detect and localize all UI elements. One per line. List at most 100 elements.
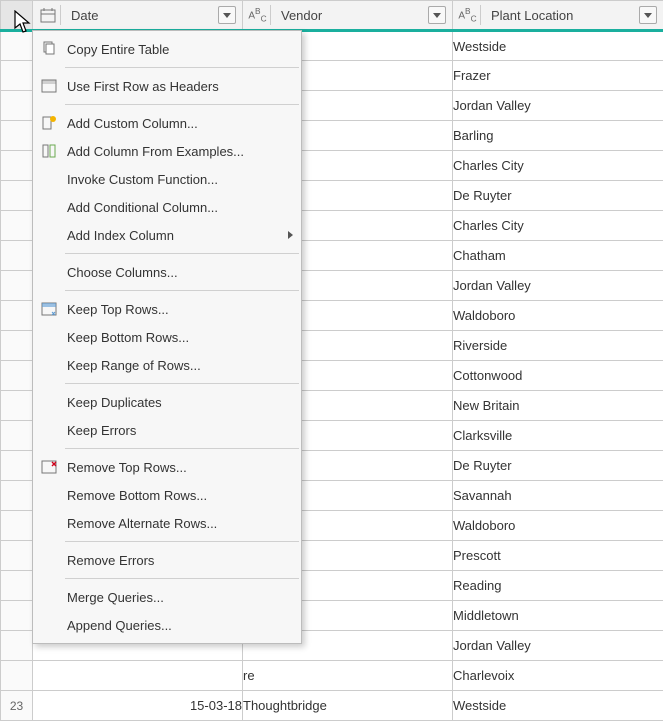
- date-cell[interactable]: 15-03-18: [33, 691, 243, 721]
- column-label: Plant Location: [487, 8, 633, 23]
- row-number-cell[interactable]: [1, 151, 33, 181]
- chevron-down-icon: [433, 13, 441, 18]
- plant-cell[interactable]: Chatham: [453, 241, 663, 271]
- menu-keep-duplicates[interactable]: Keep Duplicates: [33, 388, 301, 416]
- examples-icon: [37, 141, 61, 161]
- row-number-cell[interactable]: [1, 181, 33, 211]
- column-label: Vendor: [277, 8, 422, 23]
- row-number-cell[interactable]: [1, 571, 33, 601]
- row-number-cell[interactable]: [1, 241, 33, 271]
- copy-icon: [37, 39, 61, 59]
- menu-remove-errors[interactable]: Remove Errors: [33, 546, 301, 574]
- keep-rows-icon: [37, 299, 61, 319]
- column-filter-button[interactable]: [639, 6, 657, 24]
- row-number-cell[interactable]: [1, 541, 33, 571]
- row-number-cell[interactable]: [1, 331, 33, 361]
- row-number-cell[interactable]: [1, 361, 33, 391]
- menu-invoke-custom-function[interactable]: Invoke Custom Function...: [33, 165, 301, 193]
- menu-add-custom-column[interactable]: Add Custom Column...: [33, 109, 301, 137]
- menu-choose-columns[interactable]: Choose Columns...: [33, 258, 301, 286]
- menu-merge-queries[interactable]: Merge Queries...: [33, 583, 301, 611]
- menu-separator: [65, 253, 299, 254]
- plant-cell[interactable]: Barling: [453, 121, 663, 151]
- menu-add-index-column[interactable]: Add Index Column: [33, 221, 301, 249]
- menu-separator: [65, 104, 299, 105]
- row-number-cell[interactable]: [1, 301, 33, 331]
- row-number-cell[interactable]: [1, 391, 33, 421]
- add-column-icon: [37, 113, 61, 133]
- vendor-cell[interactable]: Thoughtbridge: [243, 691, 453, 721]
- plant-cell[interactable]: Charlevoix: [453, 661, 663, 691]
- table-row[interactable]: 2315-03-18ThoughtbridgeWestside: [1, 691, 663, 721]
- row-number-cell[interactable]: [1, 661, 33, 691]
- menu-use-first-row-headers[interactable]: Use First Row as Headers: [33, 72, 301, 100]
- menu-keep-bottom-rows[interactable]: Keep Bottom Rows...: [33, 323, 301, 351]
- column-header-row: Date ABC Vendor ABC Plant Location: [1, 1, 663, 31]
- menu-remove-alternate-rows[interactable]: Remove Alternate Rows...: [33, 509, 301, 537]
- column-header-plant[interactable]: ABC Plant Location: [453, 1, 663, 31]
- column-header-vendor[interactable]: ABC Vendor: [243, 1, 453, 31]
- row-number-cell[interactable]: [1, 61, 33, 91]
- menu-separator: [65, 541, 299, 542]
- menu-separator: [65, 578, 299, 579]
- plant-cell[interactable]: Cottonwood: [453, 361, 663, 391]
- plant-cell[interactable]: Waldoboro: [453, 511, 663, 541]
- plant-cell[interactable]: Riverside: [453, 331, 663, 361]
- row-number-cell[interactable]: [1, 271, 33, 301]
- menu-add-conditional-column[interactable]: Add Conditional Column...: [33, 193, 301, 221]
- plant-cell[interactable]: Reading: [453, 571, 663, 601]
- row-number-cell[interactable]: 23: [1, 691, 33, 721]
- vendor-cell[interactable]: re: [243, 661, 453, 691]
- row-number-cell[interactable]: [1, 421, 33, 451]
- date-cell[interactable]: [33, 661, 243, 691]
- submenu-arrow-icon: [288, 231, 293, 239]
- menu-separator: [65, 383, 299, 384]
- row-number-cell[interactable]: [1, 91, 33, 121]
- plant-cell[interactable]: Charles City: [453, 151, 663, 181]
- plant-cell[interactable]: Westside: [453, 691, 663, 721]
- plant-cell[interactable]: De Ruyter: [453, 181, 663, 211]
- column-header-date[interactable]: Date: [33, 1, 243, 31]
- text-type-icon: ABC: [249, 5, 271, 25]
- menu-remove-top-rows[interactable]: Remove Top Rows...: [33, 453, 301, 481]
- plant-cell[interactable]: Westside: [453, 31, 663, 61]
- table-row[interactable]: reCharlevoix: [1, 661, 663, 691]
- menu-keep-errors[interactable]: Keep Errors: [33, 416, 301, 444]
- menu-keep-range-rows[interactable]: Keep Range of Rows...: [33, 351, 301, 379]
- mouse-cursor-icon: [14, 10, 34, 39]
- menu-copy-entire-table[interactable]: Copy Entire Table: [33, 35, 301, 63]
- plant-cell[interactable]: Savannah: [453, 481, 663, 511]
- column-filter-button[interactable]: [218, 6, 236, 24]
- text-type-icon: ABC: [459, 5, 481, 25]
- row-number-cell[interactable]: [1, 211, 33, 241]
- row-number-cell[interactable]: [1, 631, 33, 661]
- plant-cell[interactable]: Prescott: [453, 541, 663, 571]
- plant-cell[interactable]: De Ruyter: [453, 451, 663, 481]
- chevron-down-icon: [223, 13, 231, 18]
- menu-keep-top-rows[interactable]: Keep Top Rows...: [33, 295, 301, 323]
- plant-cell[interactable]: Clarksville: [453, 421, 663, 451]
- menu-add-column-from-examples[interactable]: Add Column From Examples...: [33, 137, 301, 165]
- table-header-icon: [37, 76, 61, 96]
- plant-cell[interactable]: Jordan Valley: [453, 631, 663, 661]
- row-number-cell[interactable]: [1, 601, 33, 631]
- row-number-cell[interactable]: [1, 481, 33, 511]
- menu-remove-bottom-rows[interactable]: Remove Bottom Rows...: [33, 481, 301, 509]
- plant-cell[interactable]: Charles City: [453, 211, 663, 241]
- plant-cell[interactable]: Jordan Valley: [453, 271, 663, 301]
- column-filter-button[interactable]: [428, 6, 446, 24]
- table-context-menu: Copy Entire Table Use First Row as Heade…: [32, 30, 302, 644]
- row-number-cell[interactable]: [1, 451, 33, 481]
- menu-separator: [65, 67, 299, 68]
- menu-append-queries[interactable]: Append Queries...: [33, 611, 301, 639]
- plant-cell[interactable]: Middletown: [453, 601, 663, 631]
- plant-cell[interactable]: New Britain: [453, 391, 663, 421]
- calendar-icon: [39, 5, 61, 25]
- row-number-cell[interactable]: [1, 511, 33, 541]
- plant-cell[interactable]: Frazer: [453, 61, 663, 91]
- chevron-down-icon: [644, 13, 652, 18]
- plant-cell[interactable]: Jordan Valley: [453, 91, 663, 121]
- menu-separator: [65, 290, 299, 291]
- plant-cell[interactable]: Waldoboro: [453, 301, 663, 331]
- row-number-cell[interactable]: [1, 121, 33, 151]
